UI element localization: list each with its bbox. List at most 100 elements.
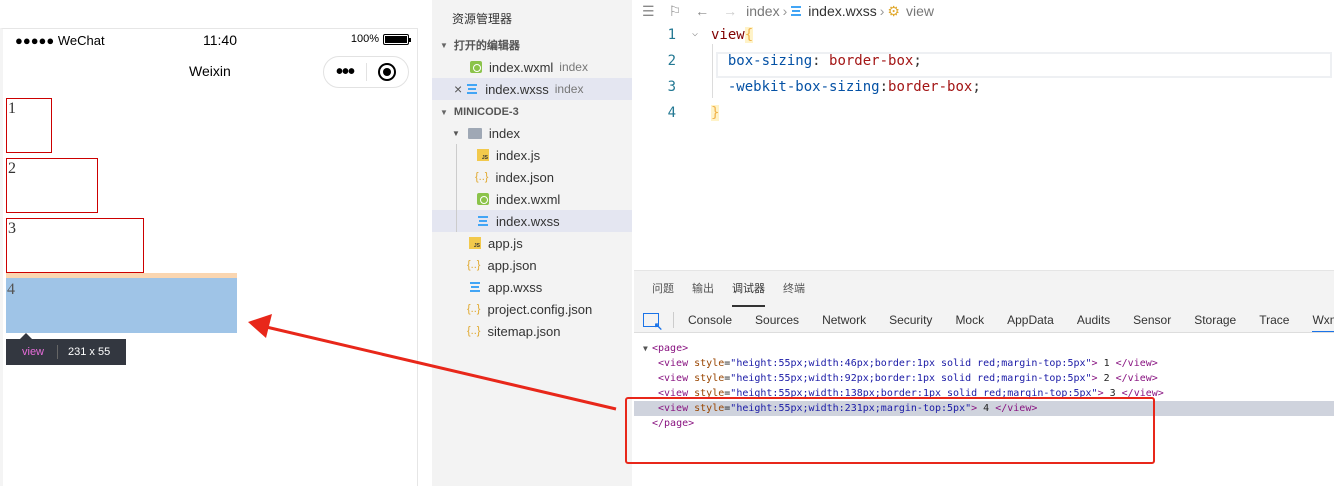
tree-file-item[interactable]: app.wxss <box>432 276 632 298</box>
view-box-2[interactable]: 2 <box>6 158 98 213</box>
css-colon: : <box>812 53 830 69</box>
tab-appdata[interactable]: AppData <box>1007 313 1054 327</box>
open-editors-label: 打开的编辑器 <box>453 40 520 52</box>
folder-item[interactable]: ▼ index <box>432 122 632 144</box>
wxml-file-icon <box>477 193 489 205</box>
breadcrumb-symbol[interactable]: view <box>906 3 934 19</box>
forward-arrow-icon[interactable]: → <box>723 3 737 19</box>
tree-file-item[interactable]: index.wxml <box>432 188 632 210</box>
nav-title: Weixin <box>189 63 231 79</box>
dom-node-view[interactable]: <view style="height:55px;width:46px;bord… <box>634 356 1334 371</box>
tree-indent-guide <box>456 144 457 232</box>
tree-file-item[interactable]: {..} sitemap.json <box>432 320 632 342</box>
file-name: app.wxss <box>488 279 543 295</box>
battery-indicator: 100% <box>350 33 411 45</box>
tab-audits[interactable]: Audits <box>1077 313 1110 327</box>
view-box-3[interactable]: 3 <box>6 218 144 273</box>
style-value: height:55px;width:46px;border:1px solid … <box>736 358 1086 369</box>
breadcrumb-file[interactable]: index.wxss <box>808 3 876 19</box>
view-box-4-highlighted[interactable]: 4 <box>6 278 237 333</box>
chevron-down-icon: ▼ <box>440 40 448 50</box>
file-name: app.json <box>487 257 537 273</box>
style-value: height:55px;width:92px;border:1px solid … <box>736 373 1086 384</box>
css-selector: view <box>711 27 745 43</box>
file-name: index.json <box>495 169 555 185</box>
close-icon[interactable]: × <box>454 81 462 97</box>
devtools-window: ●●●●● WeChat 11:40 100% Weixin ••• 1 2 3… <box>0 0 1334 486</box>
tab-mock[interactable]: Mock <box>955 313 984 327</box>
file-name: project.config.json <box>487 301 593 317</box>
project-header[interactable]: ▼ MINICODE-3 <box>432 101 632 123</box>
more-icon[interactable]: ••• <box>324 58 366 86</box>
js-file-icon <box>477 149 489 161</box>
line-number: 1 <box>667 27 676 43</box>
bookmark-icon[interactable]: ⚐ <box>669 3 682 20</box>
selector-icon: ⚙ <box>887 2 900 19</box>
fold-chevron-icon[interactable]: ⌵ <box>692 22 698 46</box>
tree-file-item[interactable]: {..} app.json <box>432 254 632 276</box>
file-name: app.js <box>488 235 523 251</box>
tab-debugger[interactable]: 调试器 <box>732 271 765 307</box>
breadcrumb-folder[interactable]: index <box>746 3 779 19</box>
tab-trace[interactable]: Trace <box>1259 313 1289 327</box>
tab-problems[interactable]: 问题 <box>652 271 674 307</box>
tree-file-item-active[interactable]: index.wxss <box>432 210 632 232</box>
wxss-file-icon <box>478 216 488 226</box>
tab-security[interactable]: Security <box>889 313 932 327</box>
tab-network[interactable]: Network <box>822 313 866 327</box>
line-number: 2 <box>667 53 676 69</box>
open-editor-item[interactable]: index.wxml index <box>432 56 632 78</box>
tooltip-tag: view <box>6 345 59 359</box>
json-file-icon: {..} <box>467 303 481 315</box>
folder-name: index <box>488 125 520 141</box>
line-number: 4 <box>667 105 676 121</box>
project-label: MINICODE-3 <box>453 106 519 118</box>
tab-divider <box>673 311 674 328</box>
line-number: 3 <box>667 79 676 95</box>
css-colon: : <box>879 79 889 95</box>
code-area[interactable]: 1 ⌵ view{ 2 box-sizing: border-box; 3 -w… <box>634 22 1334 126</box>
tab-storage[interactable]: Storage <box>1194 313 1236 327</box>
list-icon[interactable]: ☰ <box>642 3 655 20</box>
wxml-file-icon <box>470 61 482 73</box>
chevron-down-icon: ▼ <box>440 107 448 117</box>
open-editor-item-active[interactable]: × index.wxss index <box>432 78 632 100</box>
tree-file-item[interactable]: {..} index.json <box>432 166 632 188</box>
open-editors-header[interactable]: ▼ 打开的编辑器 <box>432 34 632 56</box>
tab-wxml[interactable]: Wxml <box>1312 313 1334 332</box>
tab-sources[interactable]: Sources <box>755 313 799 327</box>
code-line: 4 } <box>634 100 1334 126</box>
simulator-panel: ●●●●● WeChat 11:40 100% Weixin ••• 1 2 3… <box>0 28 418 486</box>
chevron-right-icon: › <box>879 3 885 19</box>
tab-output[interactable]: 输出 <box>692 271 714 307</box>
dom-node-view[interactable]: <view style="height:55px;width:92px;bord… <box>634 371 1334 386</box>
back-arrow-icon[interactable]: ← <box>695 3 709 19</box>
target-icon <box>378 63 397 81</box>
close-brace: } <box>711 105 720 121</box>
view-box-1[interactable]: 1 <box>6 98 52 153</box>
carrier-label: ●●●●● WeChat <box>15 33 105 48</box>
expand-triangle-icon[interactable]: ▼ <box>643 341 648 356</box>
capsule-menu: ••• <box>323 56 409 88</box>
file-desc: index <box>559 60 588 74</box>
code-editor: ☰ ⚐ ← → index › index.wxss › ⚙ view 1 ⌵ … <box>634 0 1334 270</box>
tree-file-item[interactable]: app.js <box>432 232 632 254</box>
tab-console[interactable]: Console <box>688 313 732 327</box>
css-property: box-sizing <box>727 53 813 69</box>
dom-node-page[interactable]: ▼ <page> <box>634 341 1334 356</box>
inspect-element-icon[interactable] <box>643 312 663 332</box>
tag-open: <page> <box>652 343 689 354</box>
battery-percent: 100% <box>350 33 379 45</box>
tree-file-item[interactable]: index.js <box>432 144 632 166</box>
tab-sensor[interactable]: Sensor <box>1133 313 1171 327</box>
tree-file-item[interactable]: {..} project.config.json <box>432 298 632 320</box>
file-explorer: 资源管理器 ▼ 打开的编辑器 index.wxml index × index.… <box>432 0 632 486</box>
file-name: sitemap.json <box>487 323 561 339</box>
css-semicolon: ; <box>913 53 922 69</box>
tab-terminal[interactable]: 终端 <box>783 271 805 307</box>
close-mini-program-button[interactable] <box>367 63 408 81</box>
file-name: index.wxss <box>496 213 560 229</box>
wxss-file-icon <box>470 282 480 292</box>
breadcrumb: ☰ ⚐ ← → index › index.wxss › ⚙ view <box>634 0 1334 22</box>
css-value: border-box <box>888 79 973 95</box>
